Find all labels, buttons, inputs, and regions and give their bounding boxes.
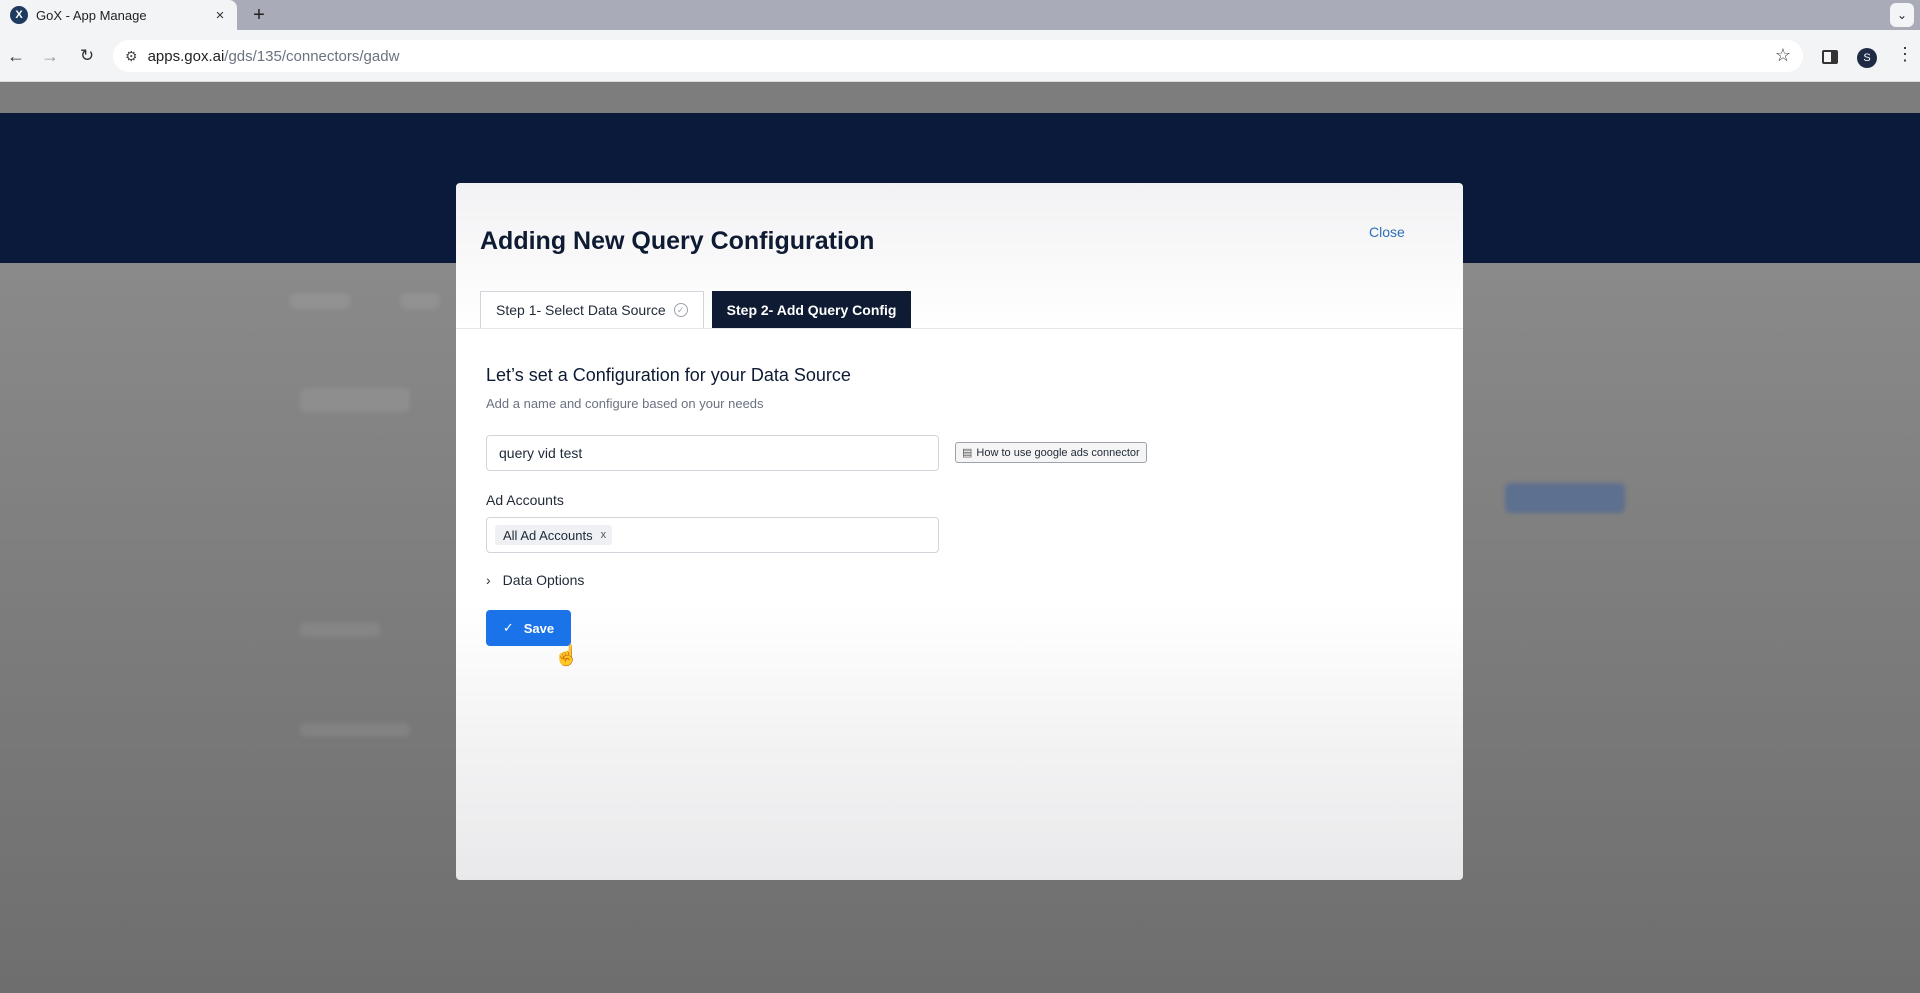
save-label: Save — [523, 620, 555, 636]
browser-tab-bar: X GoX - App Manage × + ⌄ — [0, 0, 1920, 30]
chevron-right-icon: › — [486, 572, 491, 588]
step-2-label: Step 2- Add Query Config — [726, 302, 897, 318]
blurred-action-button — [1505, 483, 1625, 513]
back-arrow-icon[interactable]: ← — [4, 44, 28, 68]
steps-divider — [456, 328, 1463, 329]
ad-accounts-select[interactable]: All Ad Accounts x — [486, 517, 939, 553]
modal-title: Adding New Query Configuration — [480, 227, 875, 255]
wizard-steps: Step 1- Select Data Source ✓ Step 2- Add… — [480, 291, 912, 329]
query-name-input[interactable] — [486, 435, 939, 471]
new-tab-icon[interactable]: + — [247, 3, 271, 27]
address-bar[interactable]: ⚙ apps.gox.ai/gds/135/connectors/gadw ☆ — [113, 40, 1803, 72]
gox-favicon-icon: X — [10, 6, 28, 24]
forward-arrow-icon[interactable]: → — [38, 44, 62, 68]
check-circle-icon: ✓ — [673, 303, 688, 317]
blurred-nav-item — [290, 293, 350, 309]
chip-remove-icon[interactable]: x — [601, 529, 607, 541]
close-button[interactable]: Close — [1369, 224, 1405, 240]
side-panel-icon[interactable] — [1822, 50, 1838, 64]
blurred-page-title — [300, 388, 410, 412]
blurred-text — [300, 623, 380, 637]
hand-cursor-icon: ☝ — [554, 645, 579, 667]
bookmark-star-icon[interactable]: ☆ — [1775, 45, 1791, 66]
help-link-label: How to use google ads connector — [976, 446, 1140, 459]
site-info-icon[interactable]: ⚙ — [125, 48, 138, 65]
reload-icon[interactable]: ↻ — [75, 44, 99, 68]
blurred-text — [300, 723, 410, 737]
section-title: Let’s set a Configuration for your Data … — [486, 365, 851, 385]
browser-tab[interactable]: X GoX - App Manage × — [0, 0, 237, 30]
query-config-modal: Adding New Query Configuration Close Ste… — [456, 183, 1463, 880]
browser-toolbar: ← → ↻ ⚙ apps.gox.ai/gds/135/connectors/g… — [0, 30, 1920, 82]
ad-account-chip: All Ad Accounts x — [495, 525, 613, 545]
url-path: /gds/135/connectors/gadw — [224, 47, 400, 65]
tab-step-2[interactable]: Step 2- Add Query Config — [711, 291, 912, 329]
browser-menu-icon[interactable]: ⋮ — [1896, 44, 1914, 65]
save-button[interactable]: ✓ Save — [486, 610, 571, 646]
blurred-nav-item — [400, 293, 440, 309]
chip-label: All Ad Accounts — [503, 527, 593, 543]
check-icon: ✓ — [502, 620, 514, 635]
ad-accounts-label: Ad Accounts — [486, 492, 564, 508]
book-icon: ▤ — [962, 447, 973, 459]
data-options-toggle[interactable]: › Data Options — [486, 572, 584, 588]
tab-step-1[interactable]: Step 1- Select Data Source ✓ — [480, 291, 704, 329]
data-options-label: Data Options — [502, 572, 585, 588]
help-link-button[interactable]: ▤ How to use google ads connector — [955, 442, 1147, 463]
section-subtitle: Add a name and configure based on your n… — [486, 396, 764, 411]
close-tab-icon[interactable]: × — [211, 7, 229, 24]
step-1-label: Step 1- Select Data Source — [496, 302, 666, 318]
tab-search-icon[interactable]: ⌄ — [1890, 3, 1914, 27]
profile-avatar[interactable]: S — [1857, 48, 1877, 68]
tab-title: GoX - App Manage — [36, 7, 147, 23]
url-host: apps.gox.ai — [147, 47, 225, 65]
